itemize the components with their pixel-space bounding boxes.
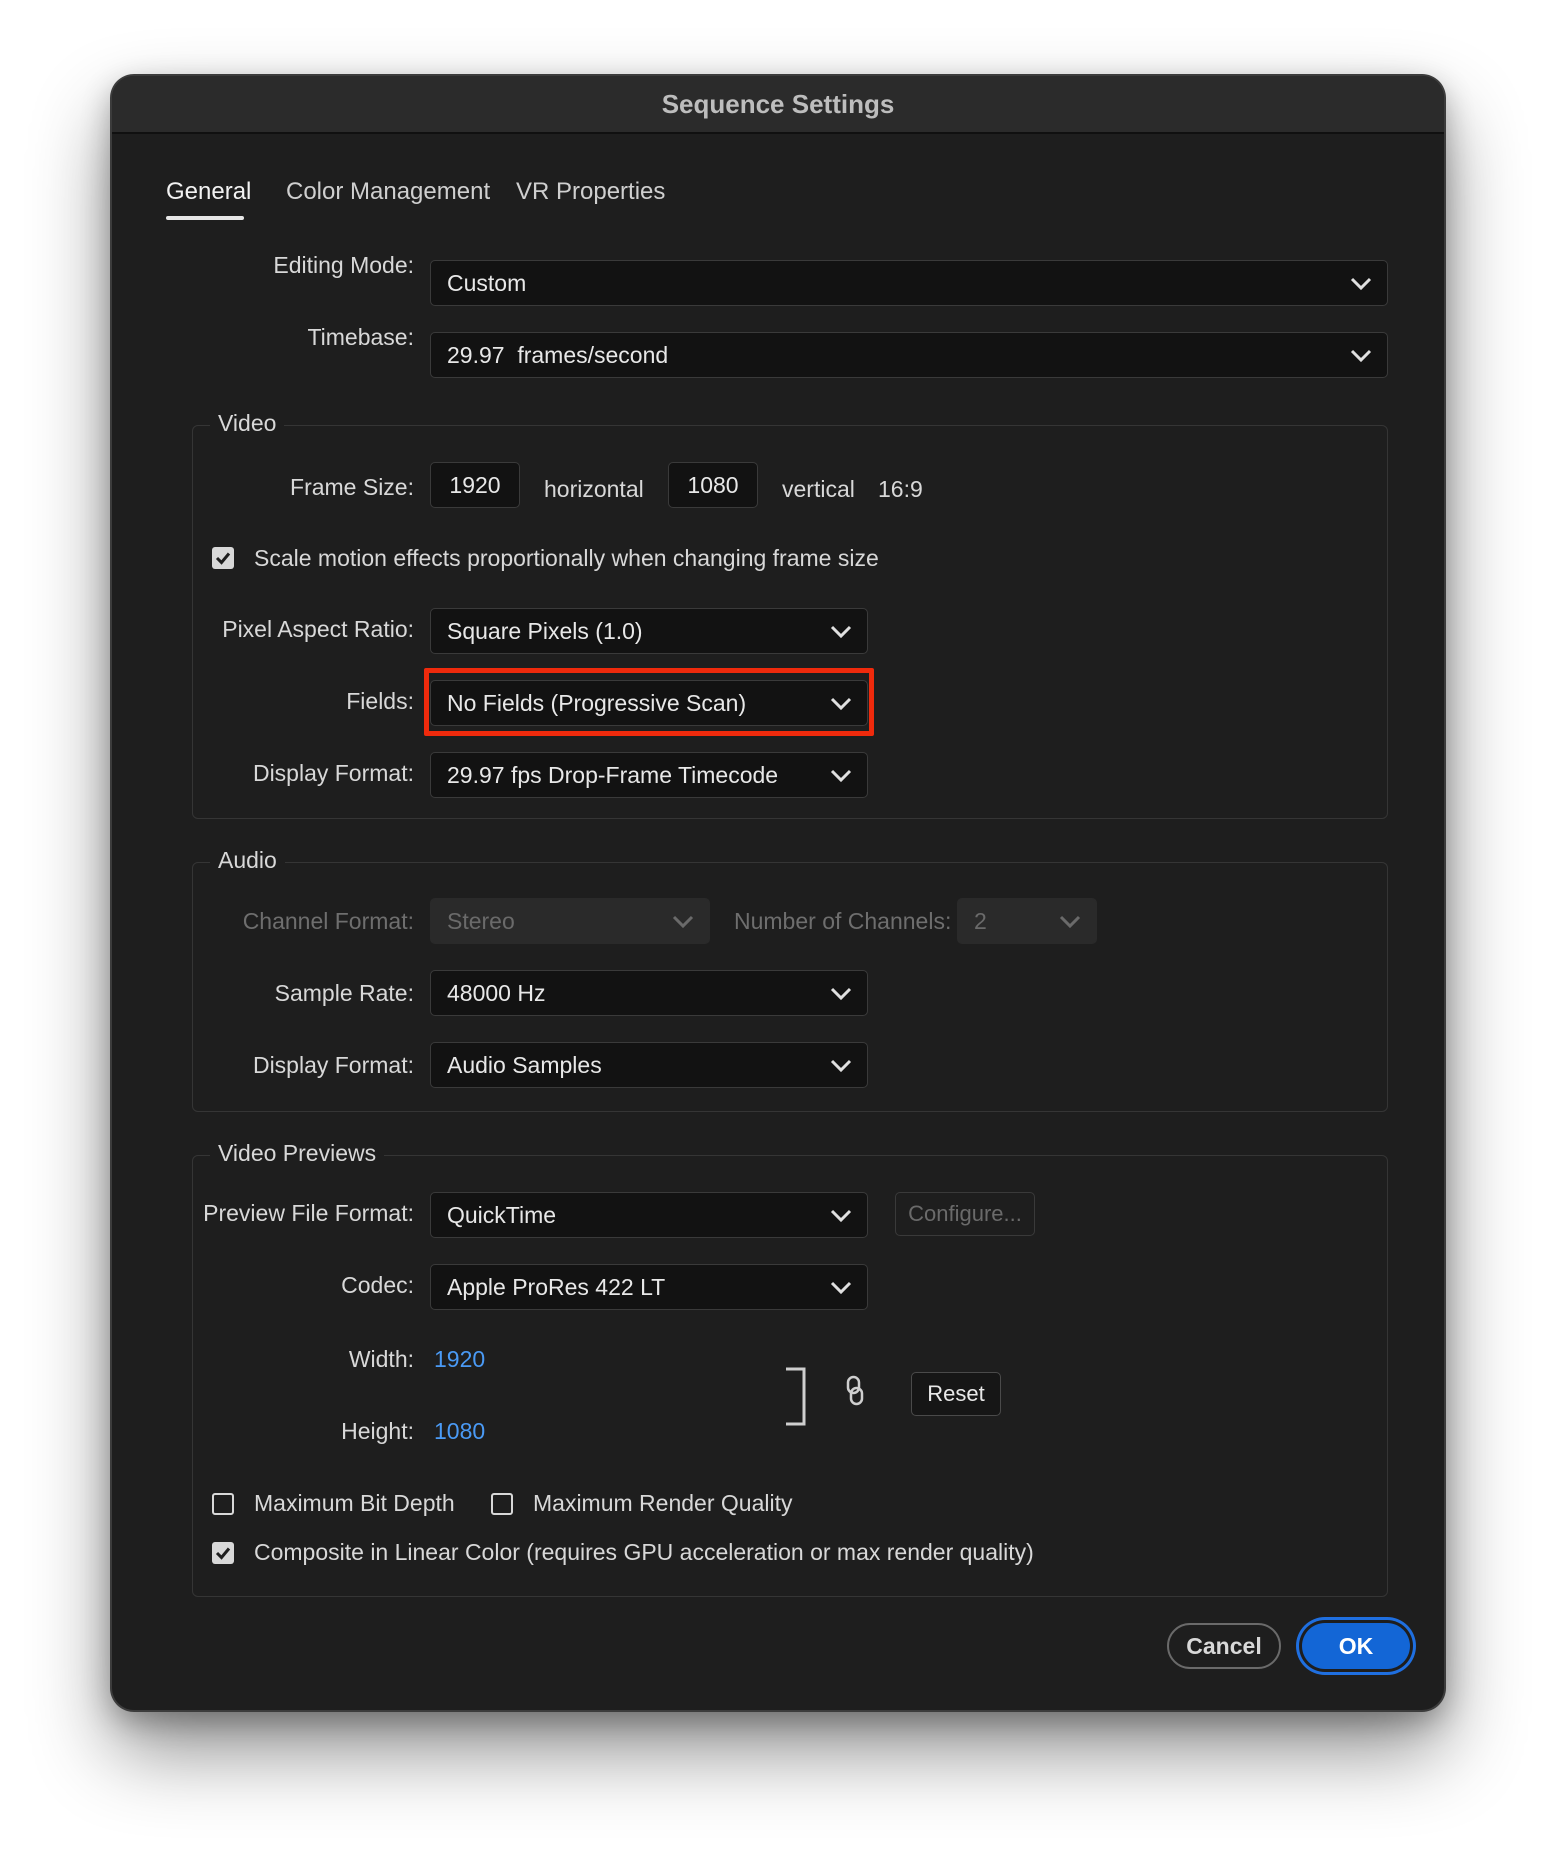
ok-button[interactable]: OK [1302, 1623, 1410, 1669]
preview-file-format-label: Preview File Format: [203, 1200, 414, 1226]
reset-button[interactable]: Reset [911, 1372, 1001, 1416]
horizontal-label: horizontal [544, 476, 644, 502]
codec-label: Codec: [341, 1272, 414, 1298]
fields-label: Fields: [346, 688, 414, 714]
chevron-down-icon [829, 983, 853, 1003]
checkmark-icon [215, 552, 231, 565]
chevron-down-icon [1058, 911, 1082, 931]
sample-rate-value: 48000 Hz [447, 979, 546, 1006]
chain-link-icon[interactable] [842, 1374, 868, 1408]
tab-color-management[interactable]: Color Management [286, 178, 490, 206]
codec-value: Apple ProRes 422 LT [447, 1273, 666, 1300]
num-channels-label: Number of Channels: [734, 908, 952, 934]
width-value[interactable]: 1920 [434, 1346, 485, 1373]
max-bit-depth-label: Maximum Bit Depth [254, 1490, 455, 1516]
audio-display-format-value: Audio Samples [447, 1051, 602, 1078]
frame-size-label: Frame Size: [290, 474, 414, 500]
codec-select[interactable]: Apple ProRes 422 LT [430, 1264, 868, 1310]
max-render-quality-label: Maximum Render Quality [533, 1490, 793, 1516]
timebase-value: 29.97 frames/second [447, 341, 669, 368]
linear-color-label: Composite in Linear Color (requires GPU … [254, 1539, 1034, 1565]
video-display-format-label: Display Format: [252, 760, 414, 786]
aspect-ratio-text: 16:9 [878, 476, 923, 502]
num-channels-value: 2 [974, 907, 987, 934]
video-group-label: Video [210, 410, 285, 437]
chevron-down-icon [1349, 345, 1373, 365]
pixel-aspect-label: Pixel Aspect Ratio: [222, 616, 414, 642]
link-bracket-icon [786, 1367, 806, 1426]
num-channels-select[interactable]: 2 [957, 898, 1097, 944]
editing-mode-label: Editing Mode: [273, 252, 414, 278]
channel-format-label: Channel Format: [242, 908, 414, 934]
sequence-settings-dialog: Sequence Settings General Color Manageme… [112, 76, 1444, 1710]
preview-file-format-select[interactable]: QuickTime [430, 1192, 868, 1238]
video-display-format-value: 29.97 fps Drop-Frame Timecode [447, 761, 779, 788]
editing-mode-select[interactable]: Custom [430, 260, 1388, 306]
tab-general[interactable]: General [166, 178, 251, 206]
pixel-aspect-value: Square Pixels (1.0) [447, 617, 643, 644]
cancel-button[interactable]: Cancel [1167, 1623, 1281, 1669]
audio-display-format-select[interactable]: Audio Samples [430, 1042, 868, 1088]
chevron-down-icon [829, 1277, 853, 1297]
chevron-down-icon [1349, 273, 1373, 293]
chevron-down-icon [829, 1055, 853, 1075]
editing-mode-value: Custom [447, 269, 527, 296]
scale-motion-label: Scale motion effects proportionally when… [254, 545, 879, 571]
scale-motion-checkbox[interactable] [212, 547, 234, 569]
tab-vr-properties[interactable]: VR Properties [516, 178, 665, 206]
chevron-down-icon [829, 765, 853, 785]
linear-color-checkbox[interactable] [212, 1542, 234, 1564]
configure-button[interactable]: Configure... [895, 1192, 1035, 1236]
channel-format-select[interactable]: Stereo [430, 898, 710, 944]
frame-height-input[interactable]: 1080 [668, 462, 758, 508]
timebase-select[interactable]: 29.97 frames/second [430, 332, 1388, 378]
audio-display-format-label: Display Format: [252, 1052, 414, 1078]
sample-rate-select[interactable]: 48000 Hz [430, 970, 868, 1016]
width-label: Width: [348, 1346, 414, 1372]
active-tab-indicator [166, 216, 244, 220]
max-render-quality-checkbox[interactable] [491, 1493, 513, 1515]
sample-rate-label: Sample Rate: [274, 980, 414, 1006]
audio-group-label: Audio [210, 847, 285, 874]
chevron-down-icon [671, 911, 695, 931]
video-previews-group-label: Video Previews [210, 1140, 385, 1167]
fields-highlight-box [424, 668, 874, 736]
channel-format-value: Stereo [447, 907, 515, 934]
height-value[interactable]: 1080 [434, 1418, 485, 1445]
preview-file-format-value: QuickTime [447, 1201, 557, 1228]
max-bit-depth-checkbox[interactable] [212, 1493, 234, 1515]
height-label: Height: [341, 1418, 414, 1444]
pixel-aspect-select[interactable]: Square Pixels (1.0) [430, 608, 868, 654]
checkmark-icon [215, 1547, 231, 1560]
dialog-title: Sequence Settings [112, 76, 1444, 134]
frame-width-input[interactable]: 1920 [430, 462, 520, 508]
chevron-down-icon [829, 1205, 853, 1225]
vertical-label: vertical [782, 476, 855, 502]
chevron-down-icon [829, 621, 853, 641]
timebase-label: Timebase: [307, 324, 414, 350]
video-display-format-select[interactable]: 29.97 fps Drop-Frame Timecode [430, 752, 868, 798]
